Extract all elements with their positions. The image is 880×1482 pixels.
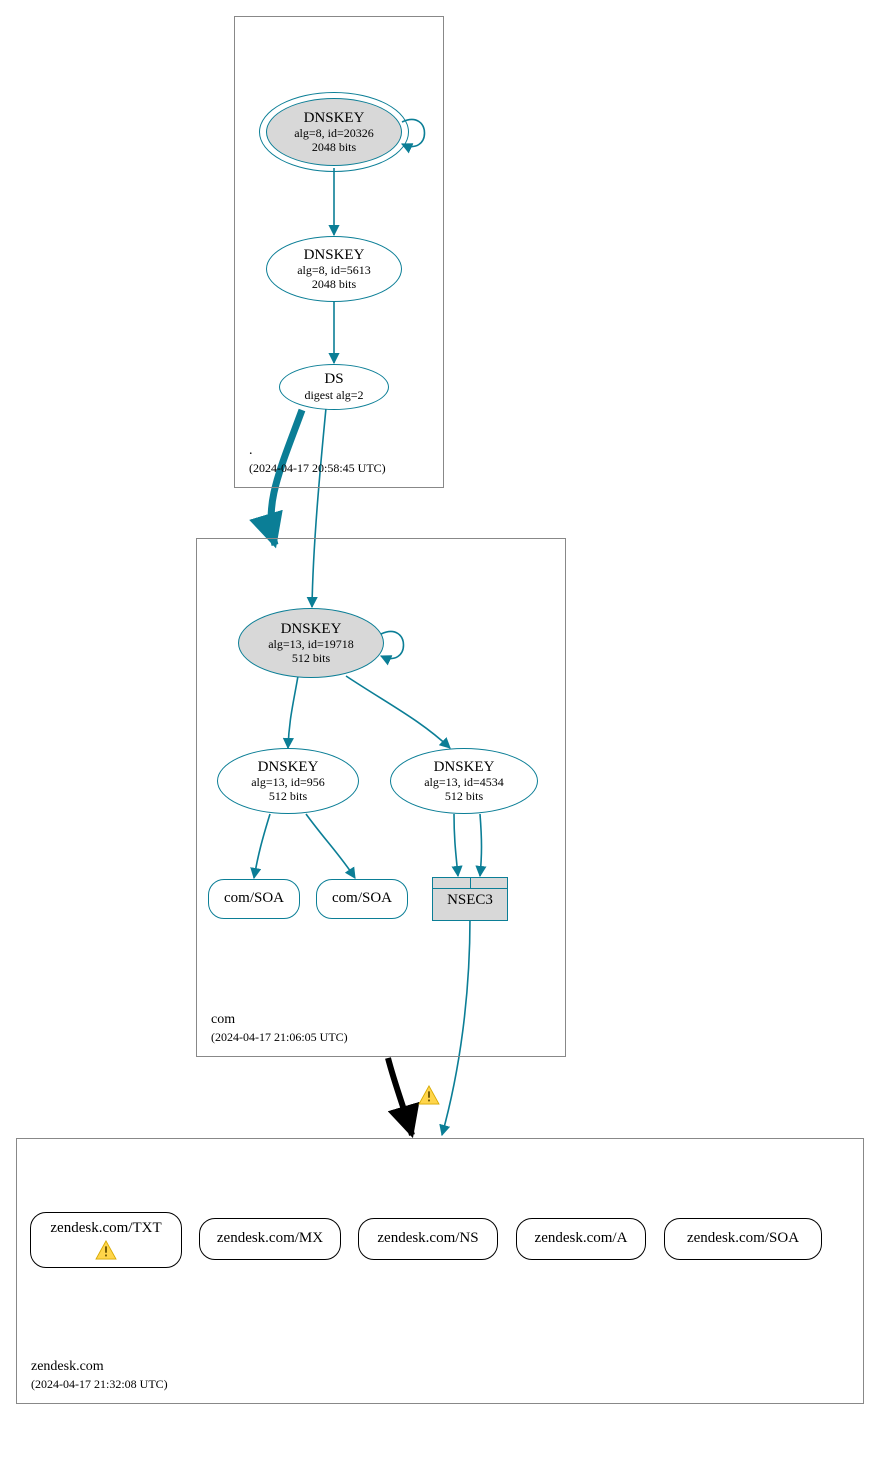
node-com-zsk1: DNSKEY alg=13, id=956 512 bits [217,748,359,814]
node-leaf-mx: zendesk.com/MX [199,1218,341,1260]
zone-com-timestamp: (2024-04-17 21:06:05 UTC) [211,1029,348,1046]
node-leaf-txt: zendesk.com/TXT [30,1212,182,1268]
node-root-zsk: DNSKEY alg=8, id=5613 2048 bits [266,236,402,302]
node-com-soa-1: com/SOA [208,879,300,919]
warning-icon-edge [418,1085,440,1105]
node-com-soa-2: com/SOA [316,879,408,919]
zone-leaf-name: zendesk.com [31,1357,168,1377]
node-root-ksk: DNSKEY alg=8, id=20326 2048 bits [266,98,402,166]
node-nsec3: NSEC3 [432,877,508,921]
zone-leaf: zendesk.com (2024-04-17 21:32:08 UTC) [16,1138,864,1404]
edge-com-to-leaf-zone [388,1058,412,1135]
node-leaf-a: zendesk.com/A [516,1218,646,1260]
zone-root-timestamp: (2024-04-17 20:58:45 UTC) [249,460,386,477]
node-com-ksk: DNSKEY alg=13, id=19718 512 bits [238,608,384,678]
zone-root-name: . [249,441,386,461]
dnssec-chain-diagram: . (2024-04-17 20:58:45 UTC) DNSKEY alg=8… [0,0,880,1482]
node-leaf-ns: zendesk.com/NS [358,1218,498,1260]
node-com-zsk2: DNSKEY alg=13, id=4534 512 bits [390,748,538,814]
node-leaf-soa: zendesk.com/SOA [664,1218,822,1260]
zone-com-name: com [211,1010,348,1030]
zone-leaf-timestamp: (2024-04-17 21:32:08 UTC) [31,1376,168,1393]
warning-icon [95,1240,117,1260]
node-root-ds: DS digest alg=2 [279,364,389,410]
